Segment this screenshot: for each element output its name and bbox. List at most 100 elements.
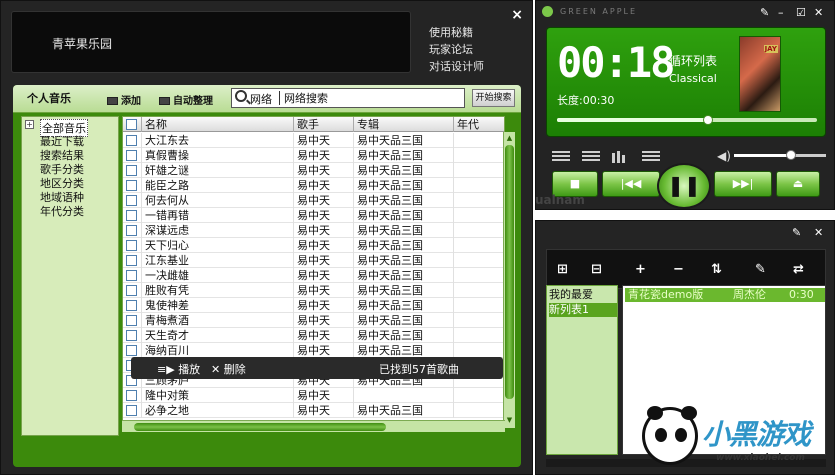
- table-row[interactable]: 海纳百川 易中天 易中天品三国: [123, 343, 504, 358]
- play-selected-button[interactable]: ≡▶ 播放: [157, 361, 200, 377]
- close-icon[interactable]: ✕: [814, 226, 823, 239]
- close-icon[interactable]: ×: [511, 7, 523, 23]
- volume-icon[interactable]: ◀): [717, 149, 731, 163]
- table-row[interactable]: 一错再错 易中天 易中天品三国: [123, 208, 504, 223]
- pause-button[interactable]: ❚❚: [657, 163, 711, 209]
- seek-bar[interactable]: [557, 115, 817, 125]
- table-row[interactable]: 青梅煮酒 易中天 易中天品三国: [123, 313, 504, 328]
- playlist-favorites[interactable]: 我的最爱: [549, 288, 617, 302]
- table-row[interactable]: 胜败有凭 易中天 易中天品三国: [123, 283, 504, 298]
- table-row[interactable]: 大江东去 易中天 易中天品三国: [123, 133, 504, 148]
- row-checkbox[interactable]: [126, 225, 137, 236]
- row-checkbox[interactable]: [126, 240, 137, 251]
- table-row[interactable]: 深谋远虑 易中天 易中天品三国: [123, 223, 504, 238]
- column-artist[interactable]: 歌手: [293, 117, 353, 132]
- row-checkbox[interactable]: [126, 345, 137, 356]
- expand-icon[interactable]: +: [25, 120, 34, 129]
- row-checkbox[interactable]: [126, 195, 137, 206]
- add-track-icon[interactable]: +: [635, 262, 646, 277]
- column-name[interactable]: 名称: [141, 117, 293, 132]
- equalizer-icon[interactable]: [612, 151, 630, 163]
- song-artist: 易中天: [293, 178, 353, 193]
- song-year: [453, 313, 504, 328]
- previous-button[interactable]: |◀◀: [602, 171, 660, 197]
- playlist-new-list-1[interactable]: 新列表1: [549, 303, 617, 317]
- horizontal-scroll-thumb[interactable]: [134, 423, 386, 431]
- row-checkbox[interactable]: [126, 165, 137, 176]
- row-checkbox[interactable]: [126, 180, 137, 191]
- song-album: 易中天品三国: [353, 148, 453, 163]
- close-icon[interactable]: ✕: [814, 6, 823, 19]
- next-button[interactable]: ▶▶|: [714, 171, 772, 197]
- row-checkbox[interactable]: [126, 330, 137, 341]
- sort-icon[interactable]: ⇅: [711, 262, 722, 277]
- select-all-checkbox[interactable]: [126, 119, 137, 130]
- row-checkbox[interactable]: [126, 285, 137, 296]
- table-row[interactable]: 江东基业 易中天 易中天品三国: [123, 253, 504, 268]
- start-search-button[interactable]: 开始搜索: [472, 89, 515, 107]
- table-row[interactable]: 能臣之路 易中天 易中天品三国: [123, 178, 504, 193]
- volume-slider[interactable]: [734, 150, 826, 160]
- new-list-icon[interactable]: ⊞: [557, 262, 568, 277]
- category-by-year[interactable]: 年代分类: [40, 203, 84, 219]
- tab-personal-music[interactable]: 个人音乐: [27, 90, 71, 106]
- skin-icon[interactable]: ☑: [796, 6, 806, 19]
- row-checkbox[interactable]: [126, 390, 137, 401]
- delete-button[interactable]: ✕ 删除: [211, 361, 246, 377]
- table-row[interactable]: 天生奇才 易中天 易中天品三国: [123, 328, 504, 343]
- song-list-vertical-scrollbar[interactable]: ▲ ▼: [503, 132, 515, 428]
- song-year: [453, 178, 504, 193]
- delete-list-icon[interactable]: ⊟: [591, 262, 602, 277]
- eject-button[interactable]: ⏏: [776, 171, 820, 197]
- play-mode[interactable]: 循环列表: [669, 52, 717, 69]
- column-year[interactable]: 年代: [453, 117, 504, 132]
- link-tips[interactable]: 使用秘籍: [429, 24, 473, 40]
- row-checkbox[interactable]: [126, 300, 137, 311]
- volume-handle[interactable]: [786, 150, 797, 160]
- song-table: 名称 歌手 专辑 年代 大江东去 易中天 易中天品三国 真假曹操 易中天 易中天品三国 奸雄…: [122, 116, 505, 429]
- edit-icon[interactable]: ✎: [792, 226, 801, 239]
- song-album: 易中天品三国: [353, 298, 453, 313]
- vertical-scroll-thumb[interactable]: [505, 145, 514, 399]
- table-row[interactable]: 真假曹操 易中天 易中天品三国: [123, 148, 504, 163]
- scroll-up-icon[interactable]: ▲: [505, 133, 514, 143]
- add-button[interactable]: 添加: [107, 92, 141, 107]
- table-row[interactable]: 必争之地 易中天 易中天品三国: [123, 403, 504, 418]
- table-row[interactable]: 一决雌雄 易中天 易中天品三国: [123, 268, 504, 283]
- auto-organize-button[interactable]: 自动整理: [159, 92, 213, 107]
- link-designer[interactable]: 对话设计师: [429, 58, 484, 74]
- edit-icon[interactable]: ✎: [760, 6, 769, 19]
- list-view-icon[interactable]: [552, 151, 570, 163]
- table-row[interactable]: 何去何从 易中天 易中天品三国: [123, 193, 504, 208]
- table-row[interactable]: 隆中对策 易中天: [123, 388, 504, 403]
- table-row[interactable]: 鬼使神差 易中天 易中天品三国: [123, 298, 504, 313]
- song-list-horizontal-scrollbar[interactable]: [122, 420, 505, 432]
- loop-icon[interactable]: ⇄: [793, 262, 804, 277]
- song-artist: 易中天: [293, 328, 353, 343]
- remove-track-icon[interactable]: −: [673, 262, 684, 277]
- row-checkbox[interactable]: [126, 405, 137, 416]
- song-year: [453, 298, 504, 313]
- row-checkbox[interactable]: [126, 150, 137, 161]
- column-album[interactable]: 专辑: [353, 117, 453, 132]
- rename-icon[interactable]: ✎: [755, 262, 766, 277]
- minimize-icon[interactable]: –: [778, 6, 784, 19]
- lyrics-view-icon[interactable]: [582, 151, 600, 163]
- scroll-down-icon[interactable]: ▼: [505, 415, 514, 425]
- playlist-track-row[interactable]: 青花瓷demo版 周杰伦 0:30: [625, 288, 825, 302]
- search-scope[interactable]: 网络: [250, 91, 272, 107]
- row-checkbox[interactable]: [126, 135, 137, 146]
- link-forum[interactable]: 玩家论坛: [429, 41, 473, 57]
- row-checkbox[interactable]: [126, 255, 137, 266]
- row-checkbox[interactable]: [126, 270, 137, 281]
- mini-mode-icon[interactable]: [642, 151, 660, 163]
- table-row[interactable]: 天下归心 易中天 易中天品三国: [123, 238, 504, 253]
- stop-icon: ■: [569, 177, 581, 190]
- seek-handle[interactable]: [702, 115, 713, 125]
- song-year: [453, 208, 504, 223]
- search-input[interactable]: [284, 90, 460, 106]
- table-row[interactable]: 奸雄之谜 易中天 易中天品三国: [123, 163, 504, 178]
- apple-logo-icon: [542, 6, 553, 17]
- row-checkbox[interactable]: [126, 210, 137, 221]
- row-checkbox[interactable]: [126, 315, 137, 326]
